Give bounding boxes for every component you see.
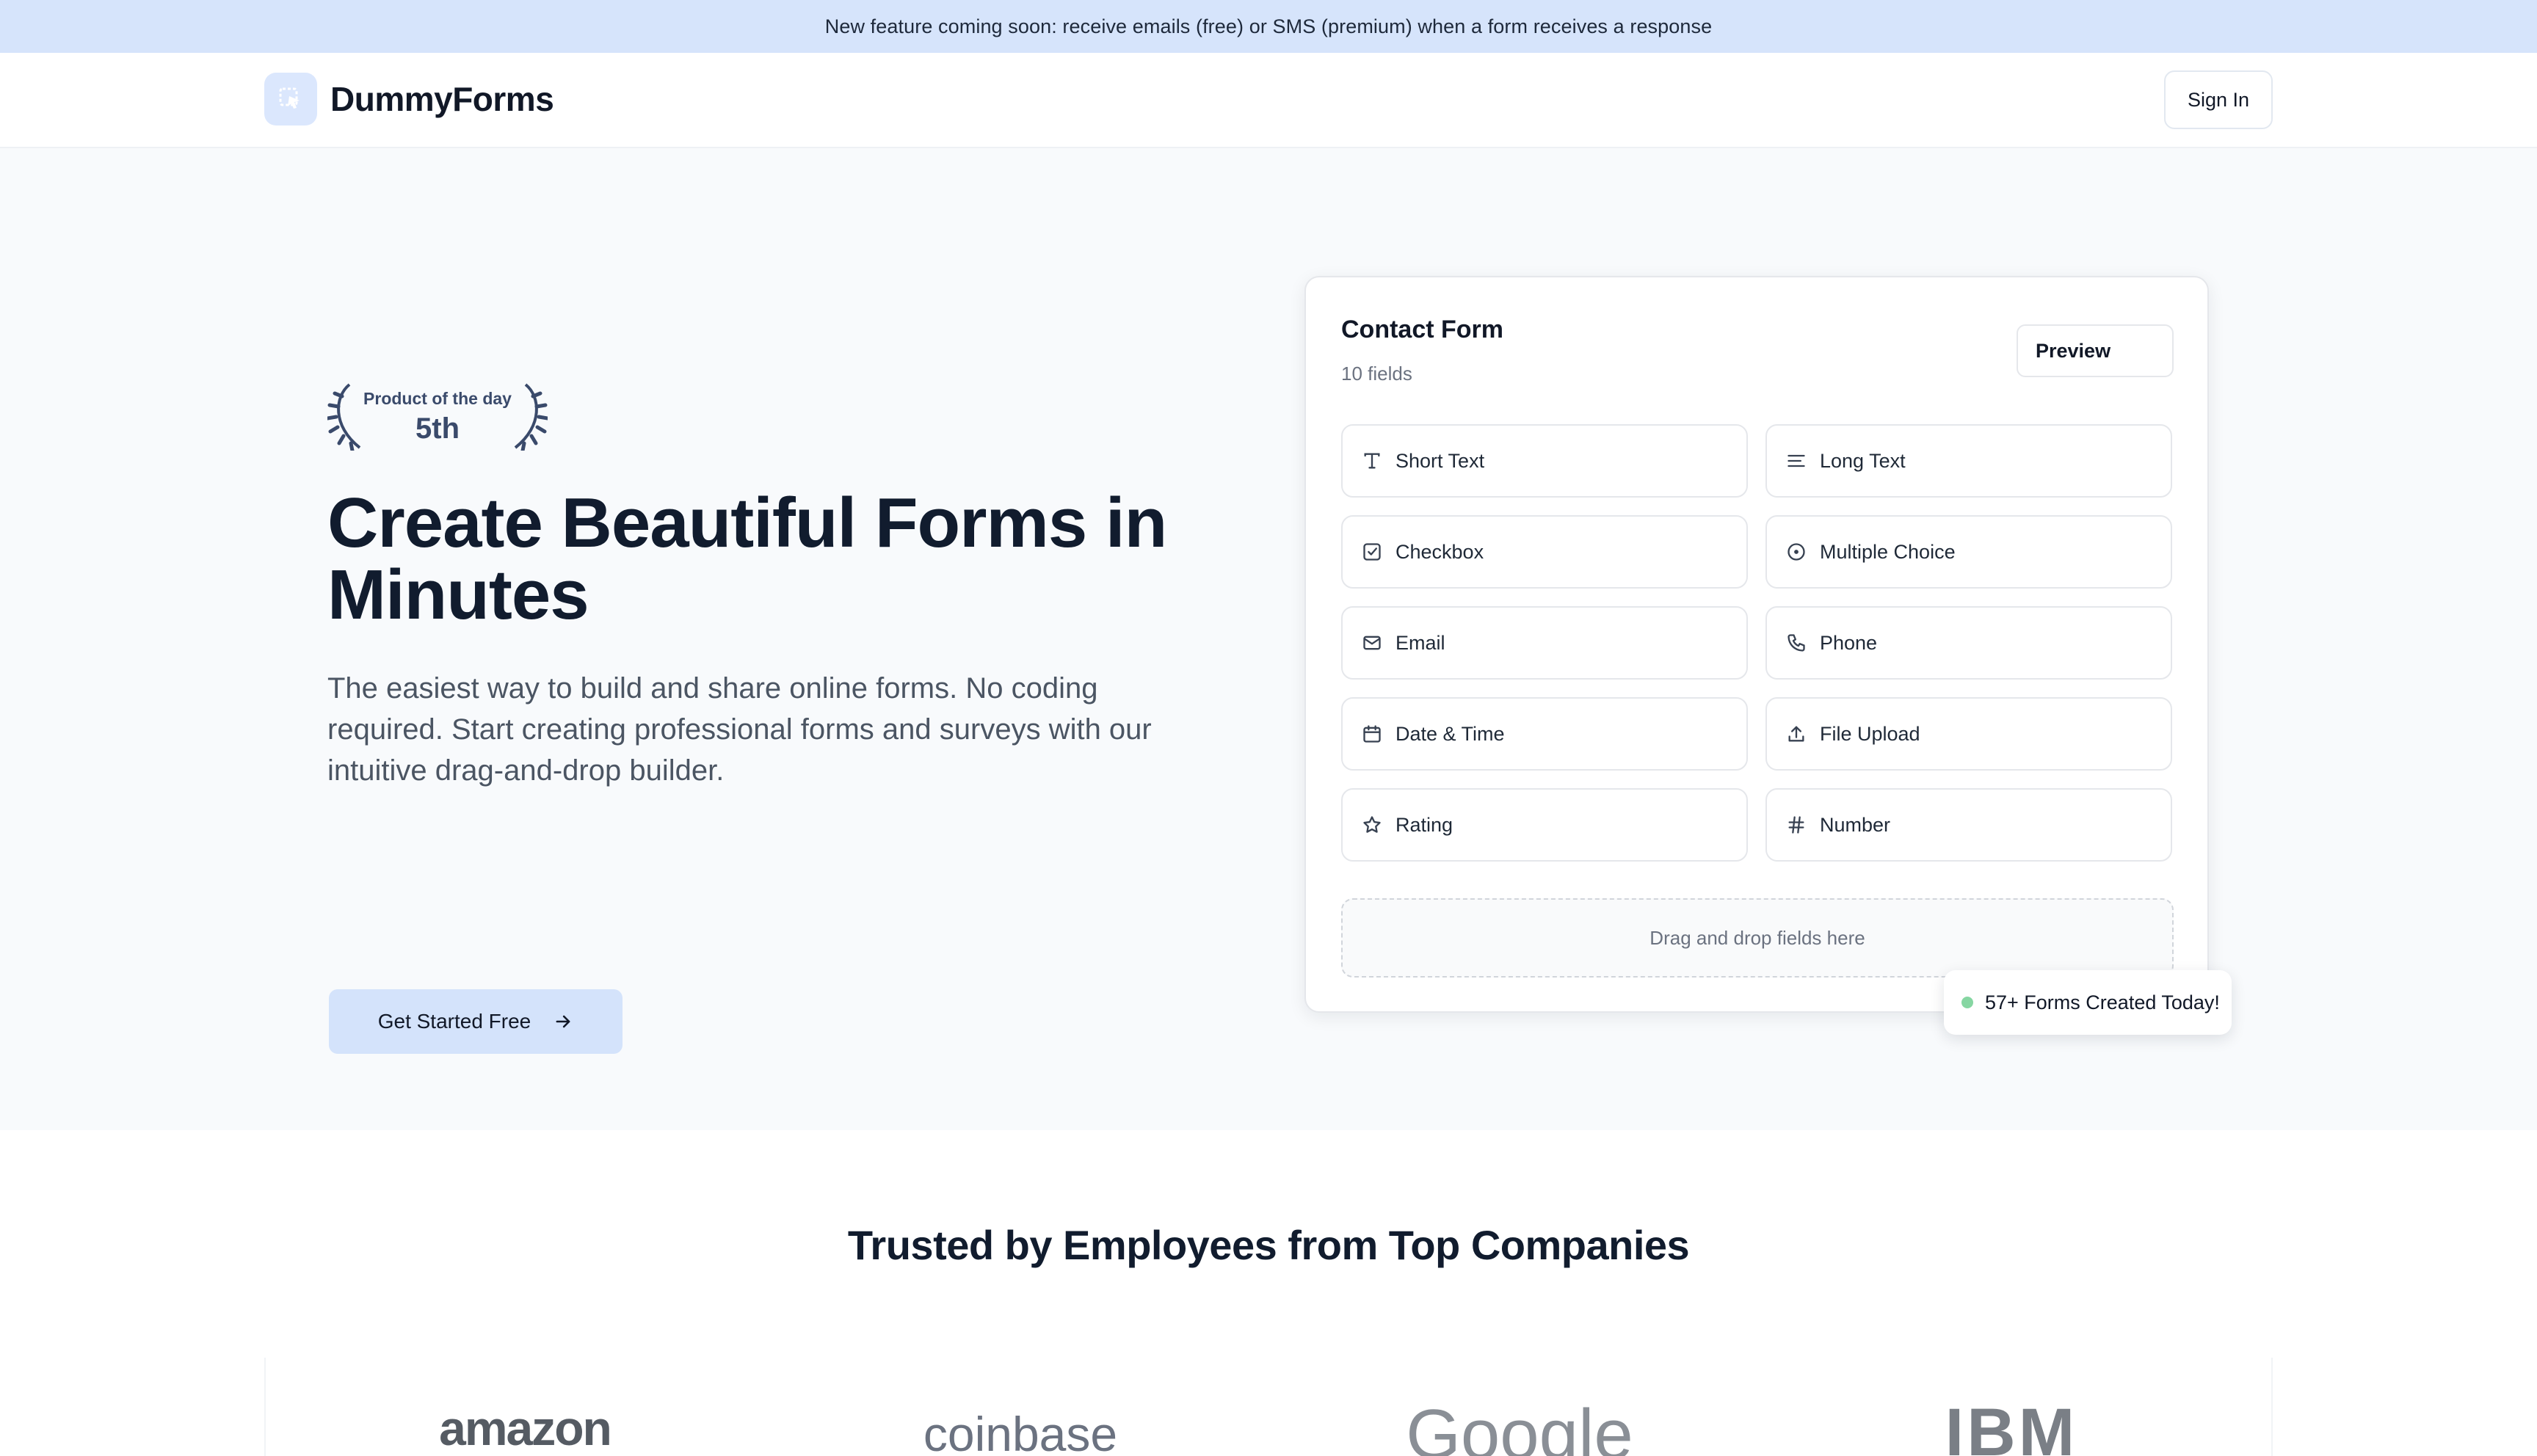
field-label: Long Text [1820, 449, 1906, 472]
field-label: Checkbox [1395, 540, 1484, 563]
coinbase-logo: coinbase [923, 1407, 1118, 1456]
trusted-title: Trusted by Employees from Top Companies [847, 1222, 1690, 1268]
field-checkbox[interactable]: Checkbox [1341, 515, 1748, 589]
field-label: File Upload [1820, 722, 1920, 745]
calendar-icon [1360, 722, 1384, 746]
field-number[interactable]: Number [1765, 788, 2172, 862]
checkbox-icon [1360, 540, 1384, 564]
align-left-icon [1785, 449, 1808, 473]
field-long-text[interactable]: Long Text [1765, 424, 2172, 498]
product-of-the-day-badge: Product of the day 5th [327, 382, 548, 451]
field-label: Email [1395, 631, 1445, 654]
field-multiple-choice[interactable]: Multiple Choice [1765, 515, 2172, 589]
field-label: Multiple Choice [1820, 540, 1956, 563]
drop-zone-text: Drag and drop fields here [1649, 926, 1865, 949]
arrow-right-icon [556, 1015, 570, 1028]
ibm-logo: IBM [1945, 1395, 2078, 1456]
field-short-text[interactable]: Short Text [1341, 424, 1748, 498]
field-label: Rating [1395, 813, 1453, 836]
form-title: Contact Form [1341, 316, 1503, 343]
text-icon [1360, 449, 1384, 473]
field-date-time[interactable]: Date & Time [1341, 697, 1748, 771]
upload-icon [1785, 722, 1808, 746]
get-started-button[interactable]: Get Started Free [329, 989, 623, 1054]
get-started-label: Get Started Free [377, 1010, 531, 1033]
amazon-logo: amazon [439, 1401, 612, 1455]
drop-zone[interactable]: Drag and drop fields here [1341, 898, 2174, 978]
field-count: 10 fields [1341, 363, 1412, 385]
status-dot-icon [1961, 997, 1973, 1008]
field-label: Short Text [1395, 449, 1485, 472]
field-phone[interactable]: Phone [1765, 606, 2172, 680]
hero-title: Create Beautiful Forms in Minutes [327, 484, 1167, 634]
mail-icon [1360, 631, 1384, 655]
field-email[interactable]: Email [1341, 606, 1748, 680]
logo-icon [264, 73, 317, 125]
field-rating[interactable]: Rating [1341, 788, 1748, 862]
radio-icon [1785, 540, 1808, 564]
star-icon [1360, 813, 1384, 837]
announcement-text: New feature coming soon: receive emails … [824, 15, 1713, 37]
field-label: Date & Time [1395, 722, 1505, 745]
laurel-right-icon [514, 383, 548, 451]
brand-logo[interactable]: DummyForms [264, 73, 554, 125]
hero-subtitle: The easiest way to build and share onlin… [327, 672, 1152, 787]
field-label: Number [1820, 813, 1891, 836]
brand-name: DummyForms [330, 80, 554, 118]
forms-created-toast: 57+ Forms Created Today! [1944, 970, 2232, 1035]
phone-icon [1785, 631, 1808, 655]
google-logo: Google [1406, 1395, 1633, 1456]
top-nav: DummyForms Sign In [0, 53, 2537, 148]
form-builder-card: Contact Form 10 fields Preview Short Tex… [1304, 276, 2209, 1013]
field-file-upload[interactable]: File Upload [1765, 697, 2172, 771]
toast-text: 57+ Forms Created Today! [1985, 991, 2220, 1013]
field-label: Phone [1820, 631, 1878, 654]
hash-icon [1785, 813, 1808, 837]
sign-in-button[interactable]: Sign In [2164, 70, 2273, 129]
announcement-banner: New feature coming soon: receive emails … [0, 0, 2537, 53]
preview-button[interactable]: Preview [2017, 324, 2174, 377]
